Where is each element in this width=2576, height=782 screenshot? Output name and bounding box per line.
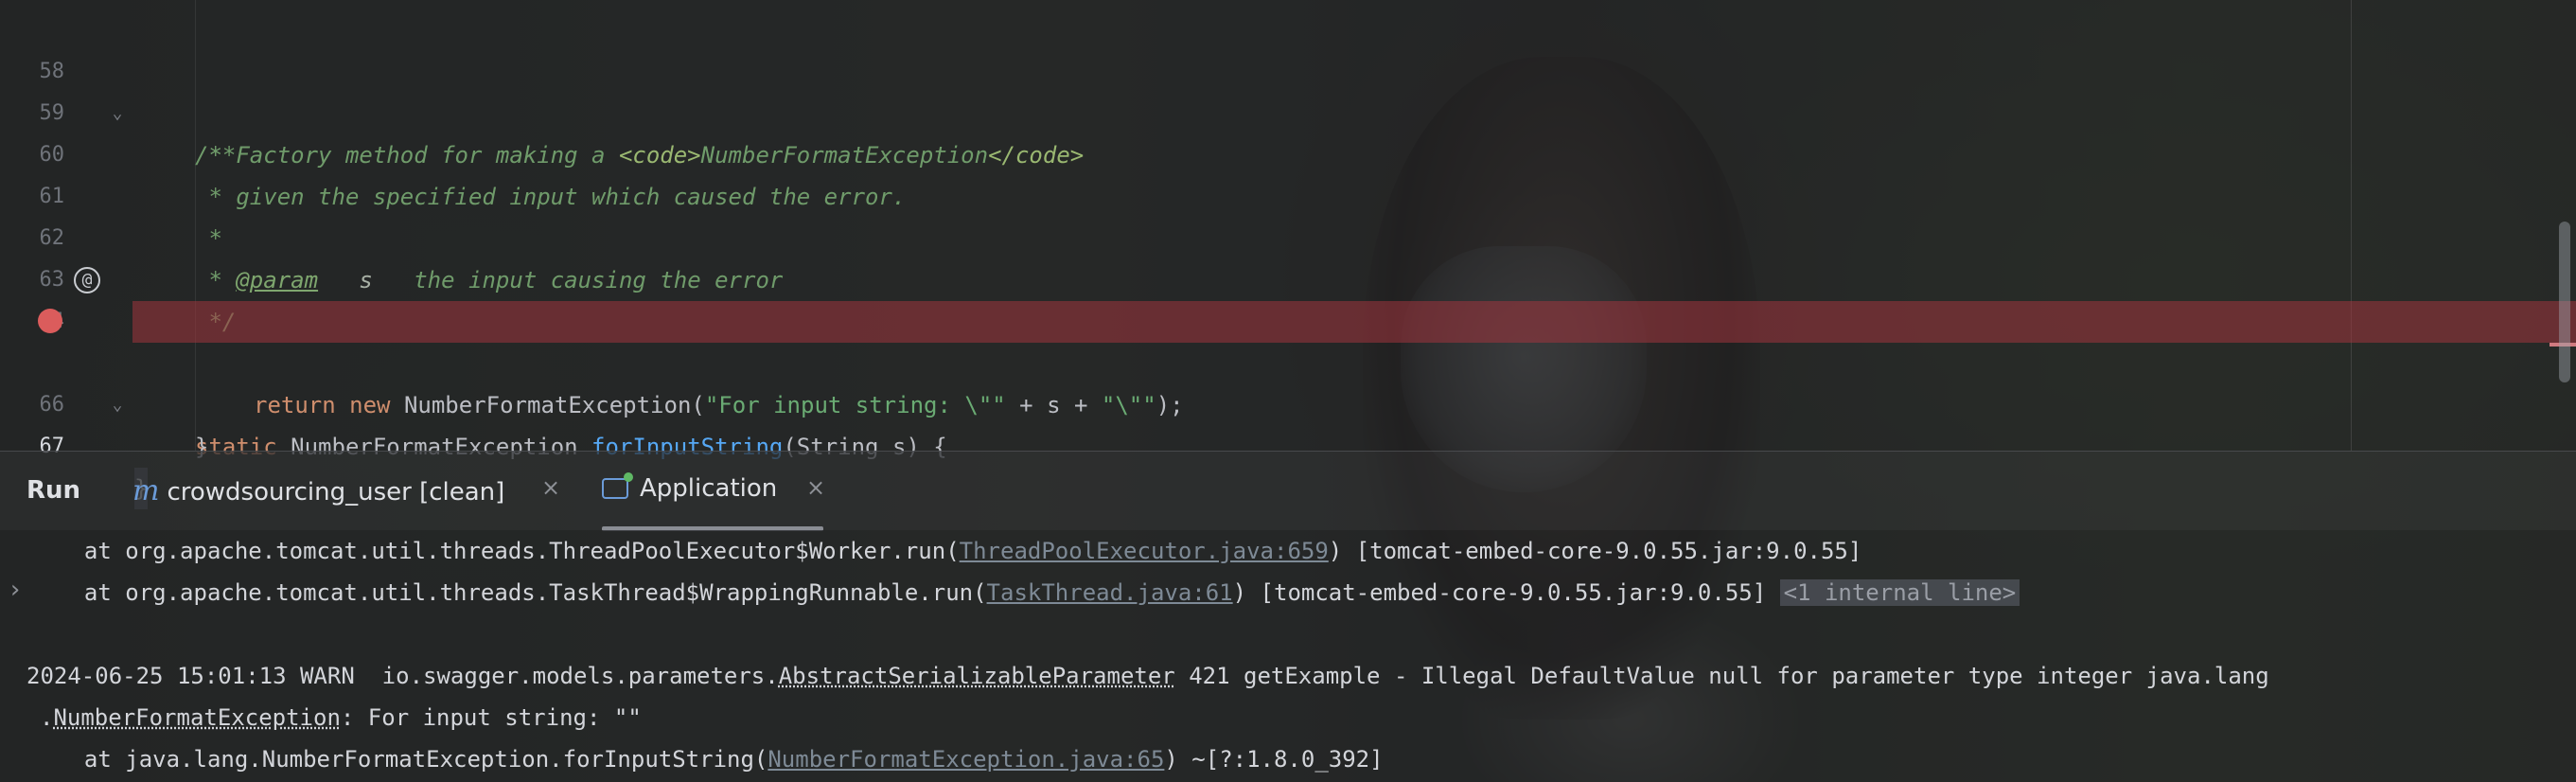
console-line: at org.apache.tomcat.util.threads.TaskTh… [57, 574, 2020, 612]
run-tool-window-title: Run [26, 476, 81, 505]
close-icon[interactable]: × [541, 474, 560, 501]
tab-application[interactable]: Application [602, 472, 778, 512]
console-text: 421 getExample - Illegal DefaultValue nu… [1174, 663, 2269, 689]
class-reference[interactable]: AbstractSerializableParameter [779, 663, 1175, 689]
tab-crowdsourcing-user-clean[interactable]: m crowdsourcing_user [clean] [132, 474, 504, 512]
code-line[interactable]: 58 ⌄ /** [0, 9, 2576, 169]
code-line[interactable]: 66 } [0, 343, 2576, 460]
console-text: ) [tomcat-embed-core-9.0.55.jar:9.0.55] [1328, 538, 1862, 564]
code-editor[interactable]: 58 ⌄ /** 59 * Factory method for making … [0, 0, 2576, 509]
code-line[interactable]: 68 [0, 426, 2576, 451]
code-line[interactable]: 65 return new NumberFormatException("For… [0, 301, 2576, 418]
application-icon [602, 472, 633, 499]
ide-window: 58 ⌄ /** 59 * Factory method for making … [0, 0, 2576, 782]
tab-label: Application [640, 474, 778, 503]
code-line[interactable]: 60 * given the specified input which cau… [0, 93, 2576, 210]
class-reference[interactable]: NumberFormatException [53, 704, 340, 731]
code-line[interactable]: 62 * @param s the input causing the erro… [0, 176, 2576, 293]
run-tool-window-header: Run m crowdsourcing_user [clean] × Applic… [0, 451, 2576, 531]
console-output[interactable]: › at org.apache.tomcat.util.threads.Thre… [0, 530, 2576, 782]
console-line: 2024-06-25 15:01:13 WARN io.swagger.mode… [26, 657, 2269, 695]
console-line: at java.lang.NumberFormatException.forIn… [57, 740, 1384, 778]
code-line[interactable]: 63 */ [0, 218, 2576, 335]
console-text: at org.apache.tomcat.util.threads.Thread… [57, 538, 960, 564]
console-text: at org.apache.tomcat.util.threads.TaskTh… [57, 579, 987, 606]
source-link[interactable]: NumberFormatException.java:65 [768, 746, 1164, 773]
console-text: : For input string: "" [340, 704, 642, 731]
console-text: 2024-06-25 15:01:13 WARN io.swagger.mode… [26, 663, 779, 689]
console-line: at org.apache.tomcat.util.threads.Thread… [57, 532, 1861, 570]
console-line: .NumberFormatException: For input string… [40, 699, 642, 737]
console-text: ) [tomcat-embed-core-9.0.55.jar:9.0.55] [1232, 579, 1780, 606]
editor-scrollbar[interactable] [2559, 222, 2570, 382]
chevron-right-icon[interactable]: › [8, 576, 23, 604]
console-text: . [40, 704, 54, 731]
code-line[interactable]: 61 * [0, 134, 2576, 252]
code-line[interactable]: 64 @ ⌄ static NumberFormatException forI… [0, 259, 2576, 460]
breakpoint-icon[interactable] [38, 309, 62, 333]
code-line[interactable]: 59 * Factory method for making a <code>N… [0, 51, 2576, 169]
internal-lines-fold[interactable]: <1 internal line> [1779, 579, 2020, 606]
console-text: ) ~[?:1.8.0_392] [1164, 746, 1384, 773]
source-link[interactable]: TaskThread.java:61 [987, 579, 1233, 606]
source-link[interactable]: ThreadPoolExecutor.java:659 [960, 538, 1329, 564]
tab-label: crowdsourcing_user [clean] [167, 478, 505, 507]
code-line[interactable]: 67 } [0, 384, 2576, 509]
close-icon[interactable]: × [806, 474, 825, 501]
override-marker-icon[interactable]: @ [74, 267, 100, 293]
maven-icon: m [132, 474, 160, 507]
console-text: at java.lang.NumberFormatException.forIn… [57, 746, 768, 773]
